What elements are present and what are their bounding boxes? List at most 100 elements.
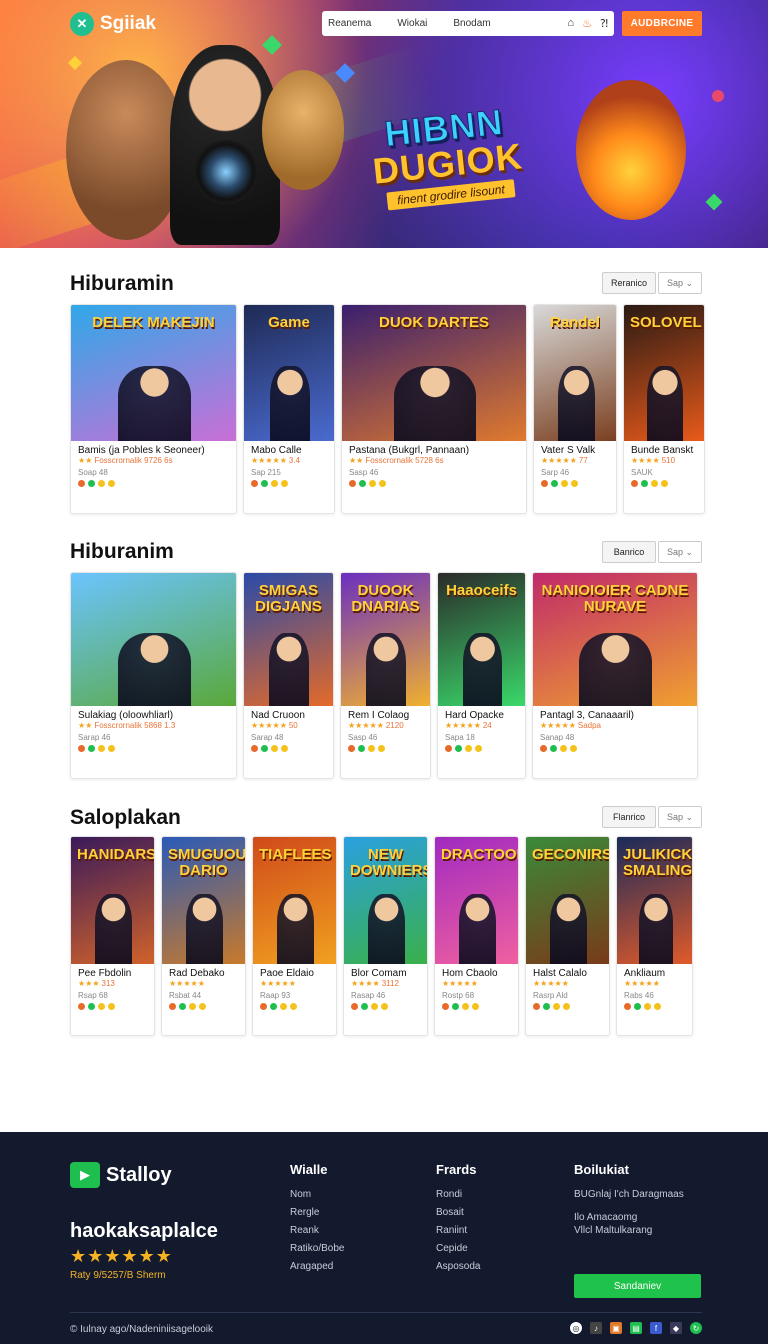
store-icon[interactable]: ▣ — [610, 1322, 622, 1334]
game-title[interactable]: Rem I Colaog — [348, 710, 423, 721]
game-thumbnail[interactable]: SMUGUOUK DARIO — [162, 837, 245, 964]
footer-link[interactable]: Cepide — [436, 1243, 480, 1254]
game-card[interactable]: Haaoceifs Hard Opacke ★★★★★ 24 Sapa 18 — [437, 572, 526, 779]
game-card[interactable]: SMUGUOUK DARIO Rad Debako★★★★★ Rsbat 44 — [161, 836, 246, 1036]
game-thumbnail[interactable]: Game — [244, 305, 334, 441]
game-card[interactable]: DELEK MAKEJIN Bamis (ja Pobles k Seoneer)… — [70, 304, 237, 514]
card-row: Sulakiag (oloowhliarl) ★★ Fosscrornalik 58… — [70, 572, 698, 779]
game-title[interactable]: Blor Comam — [351, 968, 420, 979]
sort-dropdown[interactable]: Sap ⌄ — [658, 806, 702, 828]
share-icon[interactable]: ↻ — [690, 1322, 702, 1334]
footer-link[interactable]: Ratiko/Bobe — [290, 1243, 344, 1254]
character-figure — [558, 366, 595, 441]
game-title[interactable]: Hom Cbaolo — [442, 968, 511, 979]
game-thumbnail[interactable]: DRACTOOK — [435, 837, 518, 964]
game-title[interactable]: Bunde Banskt — [631, 445, 697, 456]
notification-icon[interactable]: ⁈ — [600, 17, 608, 30]
game-thumbnail[interactable]: Haaoceifs — [438, 573, 525, 706]
cta-button[interactable]: AUDBRCINE — [622, 11, 702, 36]
game-title[interactable]: Halst Calalo — [533, 968, 602, 979]
footer-link[interactable]: Rergle — [290, 1207, 344, 1218]
game-card[interactable]: DUOK DARTES Pastana (Bukgrl, Pannaan) ★★ Fo… — [341, 304, 527, 514]
game-card[interactable]: Game Mabo Calle ★★★★★ 3.4 Sap 215 — [243, 304, 335, 514]
footer-link[interactable]: Aragaped — [290, 1261, 344, 1272]
site-logo[interactable]: ✕ Sgiiak — [70, 12, 156, 36]
game-card[interactable]: HANIDARS Pee Fbdolin ★★★ 313 Rsap 68 — [70, 836, 155, 1036]
game-thumbnail[interactable]: TIAFLEES — [253, 837, 336, 964]
instagram-icon[interactable]: ◎ — [570, 1322, 582, 1334]
footer-link[interactable]: Rondi — [436, 1189, 480, 1200]
footer-link[interactable]: Ilo Amacaomg — [574, 1212, 684, 1223]
game-title[interactable]: Hard Opacke — [445, 710, 518, 721]
game-card[interactable]: JULIKICK SMALING Ankliaum ★★★★★ Rabs 46 — [616, 836, 693, 1036]
tiktok-icon[interactable]: ♪ — [590, 1322, 602, 1334]
platform-dot-icon — [661, 480, 668, 487]
footer-link[interactable]: Nom — [290, 1189, 344, 1200]
game-price: Rasap 46 — [351, 991, 386, 1000]
fire-icon[interactable]: ♨ — [582, 17, 592, 30]
footer-link[interactable]: BUGnlaj I'ch Daragmaas — [574, 1189, 684, 1200]
game-card[interactable]: DUOOK DNARIAS Rem I Colaog ★★★★★ 2120 Sasp 4… — [340, 572, 431, 779]
game-price: Rsap 68 — [78, 991, 108, 1000]
footer-link[interactable]: Reank — [290, 1225, 344, 1236]
game-card[interactable]: Randel Vater S Valk ★★★★★ 77 Sarp 46 — [533, 304, 617, 514]
twitch-icon[interactable]: ◆ — [670, 1322, 682, 1334]
nav-link-1[interactable]: Reanema — [328, 18, 371, 29]
footer-link[interactable]: Bosait — [436, 1207, 480, 1218]
game-thumbnail[interactable]: HANIDARS — [71, 837, 154, 964]
game-title[interactable]: Bamis (ja Pobles k Seoneer) — [78, 445, 229, 456]
app-icon[interactable]: ▤ — [630, 1322, 642, 1334]
filter-button[interactable]: Flanrico — [602, 806, 656, 828]
game-thumbnail[interactable]: SMIGAS DIGJANS — [244, 573, 333, 706]
sort-dropdown[interactable]: Sap ⌄ — [658, 272, 702, 294]
game-thumbnail[interactable]: DELEK MAKEJIN — [71, 305, 236, 441]
game-card[interactable]: TIAFLEES Paoe Eldaio ★★★★★ Raap 93 — [252, 836, 337, 1036]
platform-dot-icon — [452, 1003, 459, 1010]
footer-link[interactable]: Asposoda — [436, 1261, 480, 1272]
home-icon[interactable]: ⌂ — [567, 17, 574, 30]
game-title[interactable]: Pantagl 3, Canaaaril) — [540, 710, 690, 721]
game-title[interactable]: Pastana (Bukgrl, Pannaan) — [349, 445, 519, 456]
rating-row: ★★★★★ — [260, 979, 329, 988]
game-title[interactable]: Ankliaum — [624, 968, 685, 979]
nav-link-2[interactable]: Wiokai — [397, 18, 427, 29]
game-card[interactable]: NEW DOWNIERS Blor Comam ★★★★ 3112 Rasap 46 — [343, 836, 428, 1036]
filter-button[interactable]: Banrico — [602, 541, 656, 563]
platform-icons — [251, 745, 326, 752]
facebook-icon[interactable]: f — [650, 1322, 662, 1334]
platform-dot-icon — [442, 1003, 449, 1010]
game-card[interactable]: NANIOIOIER CADNE NURAVE Pantagl 3, Canaaa… — [532, 572, 698, 779]
footer-logo[interactable]: ▶ Stalloy — [70, 1162, 172, 1188]
filter-button[interactable]: Reranico — [602, 272, 656, 294]
logo-text: Sgiiak — [100, 13, 156, 34]
platform-dot-icon — [199, 1003, 206, 1010]
game-thumbnail[interactable]: SOLOVEL — [624, 305, 704, 441]
game-card[interactable]: DRACTOOK Hom Cbaolo★★★★★ Rostp 68 — [434, 836, 519, 1036]
game-thumbnail[interactable]: JULIKICK SMALING — [617, 837, 692, 964]
game-card[interactable]: Sulakiag (oloowhliarl) ★★ Fosscrornalik 58… — [70, 572, 237, 779]
game-card[interactable]: GECONIRS Halst Calalo ★★★★★ Rasrp Ald — [525, 836, 610, 1036]
game-title[interactable]: Sulakiag (oloowhliarl) — [78, 710, 229, 721]
game-thumbnail[interactable] — [71, 573, 236, 706]
game-title[interactable]: Vater S Valk — [541, 445, 609, 456]
game-card[interactable]: SOLOVEL Bunde Banskt ★★★★ 510 SAUK — [623, 304, 705, 514]
sort-dropdown[interactable]: Sap ⌄ — [658, 541, 702, 563]
footer-link[interactable]: Vllcl Maltulkarang — [574, 1225, 684, 1236]
game-thumbnail[interactable]: Randel — [534, 305, 616, 441]
nav-link-3[interactable]: Bnodam — [453, 18, 490, 29]
game-title[interactable]: Mabo Calle — [251, 445, 327, 456]
game-thumbnail[interactable]: NEW DOWNIERS — [344, 837, 427, 964]
game-title[interactable]: Rad Debako — [169, 968, 238, 979]
platform-icons — [541, 480, 609, 487]
game-thumbnail[interactable]: DUOOK DNARIAS — [341, 573, 430, 706]
platform-dot-icon — [98, 745, 105, 752]
game-thumbnail[interactable]: GECONIRS — [526, 837, 609, 964]
game-thumbnail[interactable]: DUOK DARTES — [342, 305, 526, 441]
footer-link[interactable]: Raniint — [436, 1225, 480, 1236]
footer-subscribe-button[interactable]: Sandaniev — [574, 1274, 701, 1298]
game-thumbnail[interactable]: NANIOIOIER CADNE NURAVE — [533, 573, 697, 706]
game-title[interactable]: Paoe Eldaio — [260, 968, 329, 979]
game-card[interactable]: SMIGAS DIGJANS Nad Cruoon ★★★★★ 50 Sarap 48 — [243, 572, 334, 779]
game-title[interactable]: Nad Cruoon — [251, 710, 326, 721]
game-title[interactable]: Pee Fbdolin — [78, 968, 147, 979]
